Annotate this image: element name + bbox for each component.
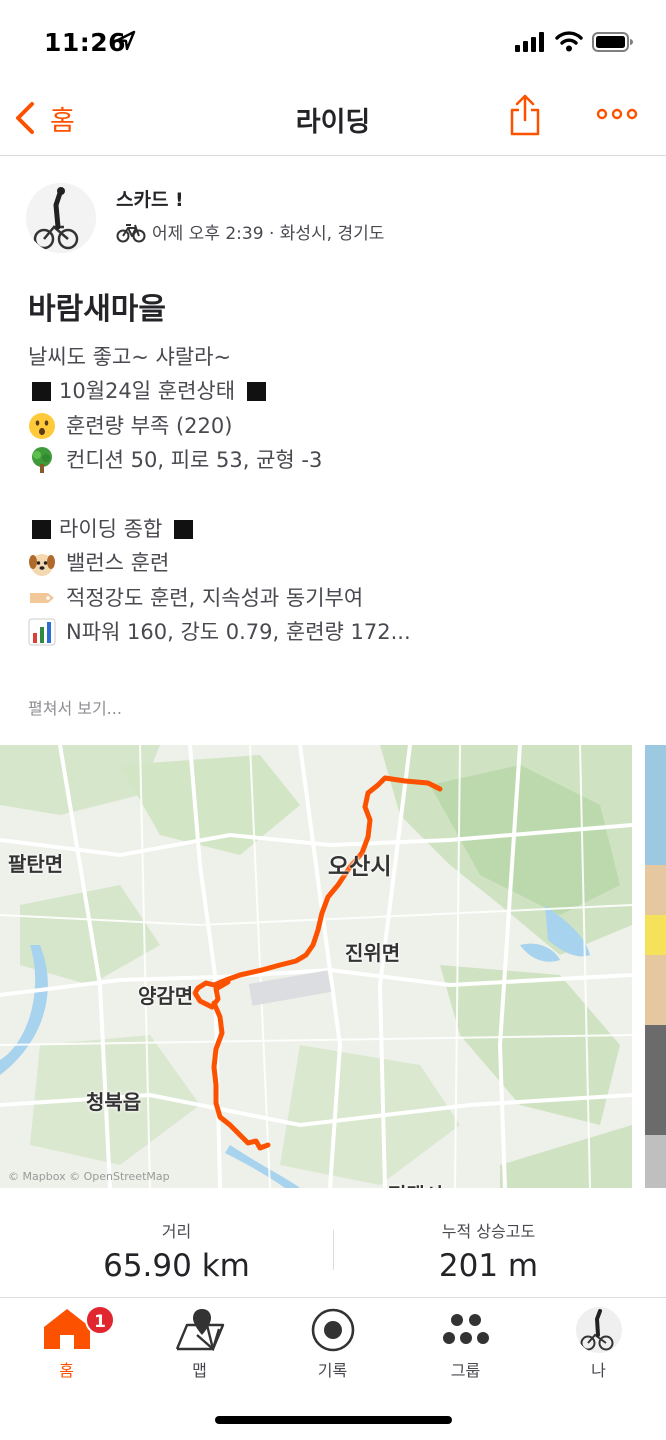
tree-emoji-icon <box>32 447 52 474</box>
share-icon[interactable] <box>508 94 542 136</box>
more-options-icon[interactable] <box>596 104 638 124</box>
black-square-icon <box>32 382 51 402</box>
description-line: 훈련량 부족 (220) <box>28 409 648 443</box>
activity-meta: 어제 오후 2:39 · 화성시, 경기도 <box>116 219 384 244</box>
home-icon <box>44 1309 90 1349</box>
description-text: 적정강도 훈련, 지속성과 동기부여 <box>66 585 364 610</box>
bike-icon <box>116 223 146 242</box>
description-text: 훈련량 부족 (220) <box>66 413 233 438</box>
black-square-icon <box>32 519 51 539</box>
stat-distance: 거리 65.90 km <box>10 1218 343 1284</box>
description-line: N파워 160, 강도 0.79, 훈련량 172... <box>28 615 648 649</box>
tab-label: 맵 <box>192 1361 207 1380</box>
map-label-paltan: 팔탄면 <box>8 852 64 876</box>
black-square-icon <box>247 382 267 402</box>
description-line: 날씨도 좋고~ 샤랄라~ <box>28 340 648 374</box>
hushed-face-emoji-icon <box>29 412 55 439</box>
activity-stats: 거리 65.90 km 누적 상승고도 201 m <box>0 1188 666 1298</box>
description-text: 10월24일 훈련상태 <box>59 379 236 404</box>
tab-groups[interactable]: 그룹 <box>399 1299 532 1399</box>
home-indicator <box>215 1416 452 1424</box>
status-bar: 11:26 <box>0 0 666 88</box>
description-line: 밸런스 훈련 <box>28 546 648 580</box>
tab-label: 홈 <box>59 1361 74 1380</box>
description-text: 라이딩 종합 <box>59 516 163 541</box>
athlete-avatar[interactable] <box>26 183 96 253</box>
tab-label: 그룹 <box>450 1361 481 1380</box>
map-label-yanggam: 양감면 <box>138 984 194 1008</box>
stat-label: 누적 상승고도 <box>441 1222 536 1241</box>
map-label-jiwi: 진위면 <box>345 941 401 965</box>
stat-value: 65.90 km <box>103 1248 250 1284</box>
description-line: 적정강도 훈련, 지속성과 동기부여 <box>28 581 648 615</box>
tab-home[interactable]: 1 홈 <box>0 1299 133 1399</box>
map-canvas <box>0 745 632 1188</box>
cellular-signal-icon <box>515 32 544 52</box>
record-icon <box>311 1308 355 1352</box>
black-square-icon <box>174 519 194 539</box>
photo-preview-icon <box>645 745 666 1188</box>
route-map[interactable]: 팔탄면 오산시 진위면 양감면 청북읍 평택시 <box>0 745 632 1188</box>
page-title: 라이딩 <box>295 107 371 138</box>
wifi-icon <box>555 31 583 52</box>
description-text: N파워 160, 강도 0.79, 훈련량 172... <box>66 620 411 645</box>
bar-chart-emoji-icon <box>28 618 56 646</box>
expand-description-link[interactable]: 펼쳐서 보기... <box>28 695 122 719</box>
tab-label: 나 <box>591 1361 606 1380</box>
groups-icon <box>443 1314 489 1344</box>
location-arrow-icon <box>116 30 136 51</box>
battery-icon <box>592 32 633 52</box>
map-pin-icon <box>175 1309 225 1352</box>
map-label-bottom: 평택시 <box>388 1179 443 1188</box>
activity-title: 바람새마을 <box>28 292 166 327</box>
tab-record[interactable]: 기록 <box>266 1299 399 1399</box>
stat-label: 거리 <box>161 1222 192 1241</box>
status-time: 11:26 <box>44 28 127 57</box>
map-label-osan: 오산시 <box>328 854 392 880</box>
profile-avatar-icon <box>576 1307 622 1353</box>
stat-value: 201 m <box>438 1248 539 1284</box>
description-line: 10월24일 훈련상태 <box>28 374 648 408</box>
description-text: 컨디션 50, 피로 53, 균형 -3 <box>66 448 323 473</box>
description-text: 밸런스 훈련 <box>66 551 170 576</box>
notification-badge: 1 <box>85 1305 115 1335</box>
description-line: 컨디션 50, 피로 53, 균형 -3 <box>28 443 648 477</box>
stat-elevation: 누적 상승고도 201 m <box>322 1218 655 1284</box>
tab-profile[interactable]: 나 <box>532 1299 665 1399</box>
tag-emoji-icon <box>30 592 54 603</box>
nav-bar: 홈 라이딩 <box>0 88 666 156</box>
dog-emoji-icon <box>29 553 55 576</box>
activity-meta-text: 어제 오후 2:39 · 화성시, 경기도 <box>152 224 385 244</box>
description-text: 날씨도 좋고~ 샤랄라~ <box>28 345 232 369</box>
tab-maps[interactable]: 맵 <box>133 1299 266 1399</box>
description-line: 라이딩 종합 <box>28 512 648 546</box>
tab-label: 기록 <box>317 1361 348 1380</box>
activity-photo-thumbnail[interactable] <box>645 745 666 1188</box>
map-attribution: © Mapbox © OpenStreetMap <box>8 1170 170 1183</box>
athlete-name[interactable]: 스카드 ! <box>116 185 184 212</box>
activity-description: 날씨도 좋고~ 샤랄라~ 10월24일 훈련상태 훈련량 부족 (220) 컨디… <box>28 340 648 650</box>
description-blank-line <box>28 478 648 512</box>
map-label-cheongbuk: 청북읍 <box>86 1090 142 1114</box>
cyclist-photo-icon <box>26 183 96 253</box>
